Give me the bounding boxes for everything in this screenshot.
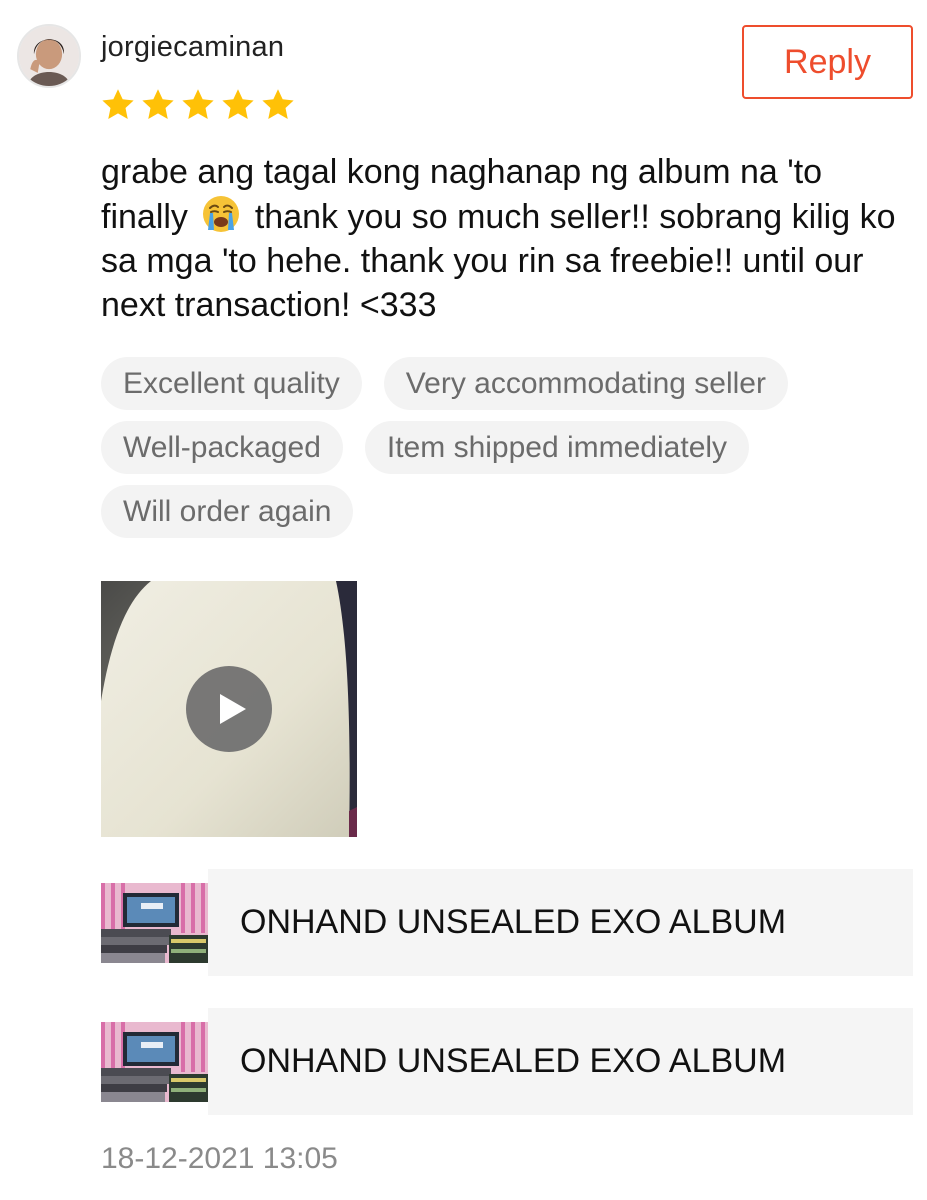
- star-icon: [262, 89, 294, 119]
- star-icon: [142, 89, 174, 119]
- review-timestamp: 18-12-2021 13:05: [101, 1142, 338, 1175]
- review-card: jorgiecaminan Reply grabe ang tagal kong…: [0, 0, 927, 1200]
- crying-face-emoji-icon: [201, 194, 241, 234]
- product-name: ONHAND UNSEALED EXO ALBUM: [208, 1008, 913, 1115]
- tag-will-order-again: Will order again: [101, 485, 354, 538]
- tag-row: Well-packaged Item shipped immediately: [101, 421, 901, 474]
- tag-row: Excellent quality Very accommodating sel…: [101, 357, 901, 410]
- tag-very-accommodating-seller: Very accommodating seller: [383, 357, 788, 410]
- play-icon: [220, 694, 246, 724]
- tag-item-shipped-immediately: Item shipped immediately: [364, 421, 750, 474]
- reply-button[interactable]: Reply: [742, 25, 913, 99]
- tag-row: Will order again: [101, 485, 901, 538]
- play-button[interactable]: [186, 666, 272, 752]
- star-icon: [182, 89, 214, 119]
- tag-excellent-quality: Excellent quality: [101, 357, 362, 410]
- review-comment: grabe ang tagal kong naghanap ng album n…: [101, 150, 916, 327]
- star-icon: [102, 89, 134, 119]
- username[interactable]: jorgiecaminan: [101, 31, 284, 64]
- review-tags: Excellent quality Very accommodating sel…: [101, 357, 901, 549]
- avatar[interactable]: [17, 24, 81, 88]
- product-link[interactable]: ONHAND UNSEALED EXO ALBUM: [101, 1008, 913, 1115]
- product-image: [101, 1022, 208, 1102]
- star-icon: [222, 89, 254, 119]
- review-video-thumbnail[interactable]: [101, 581, 357, 837]
- product-thumbnail: [101, 869, 208, 976]
- product-thumbnail: [101, 1008, 208, 1115]
- avatar-image: [19, 26, 79, 86]
- product-name: ONHAND UNSEALED EXO ALBUM: [208, 869, 913, 976]
- tag-well-packaged: Well-packaged: [101, 421, 343, 474]
- product-image: [101, 883, 208, 963]
- product-link[interactable]: ONHAND UNSEALED EXO ALBUM: [101, 869, 913, 976]
- star-rating: [100, 87, 296, 123]
